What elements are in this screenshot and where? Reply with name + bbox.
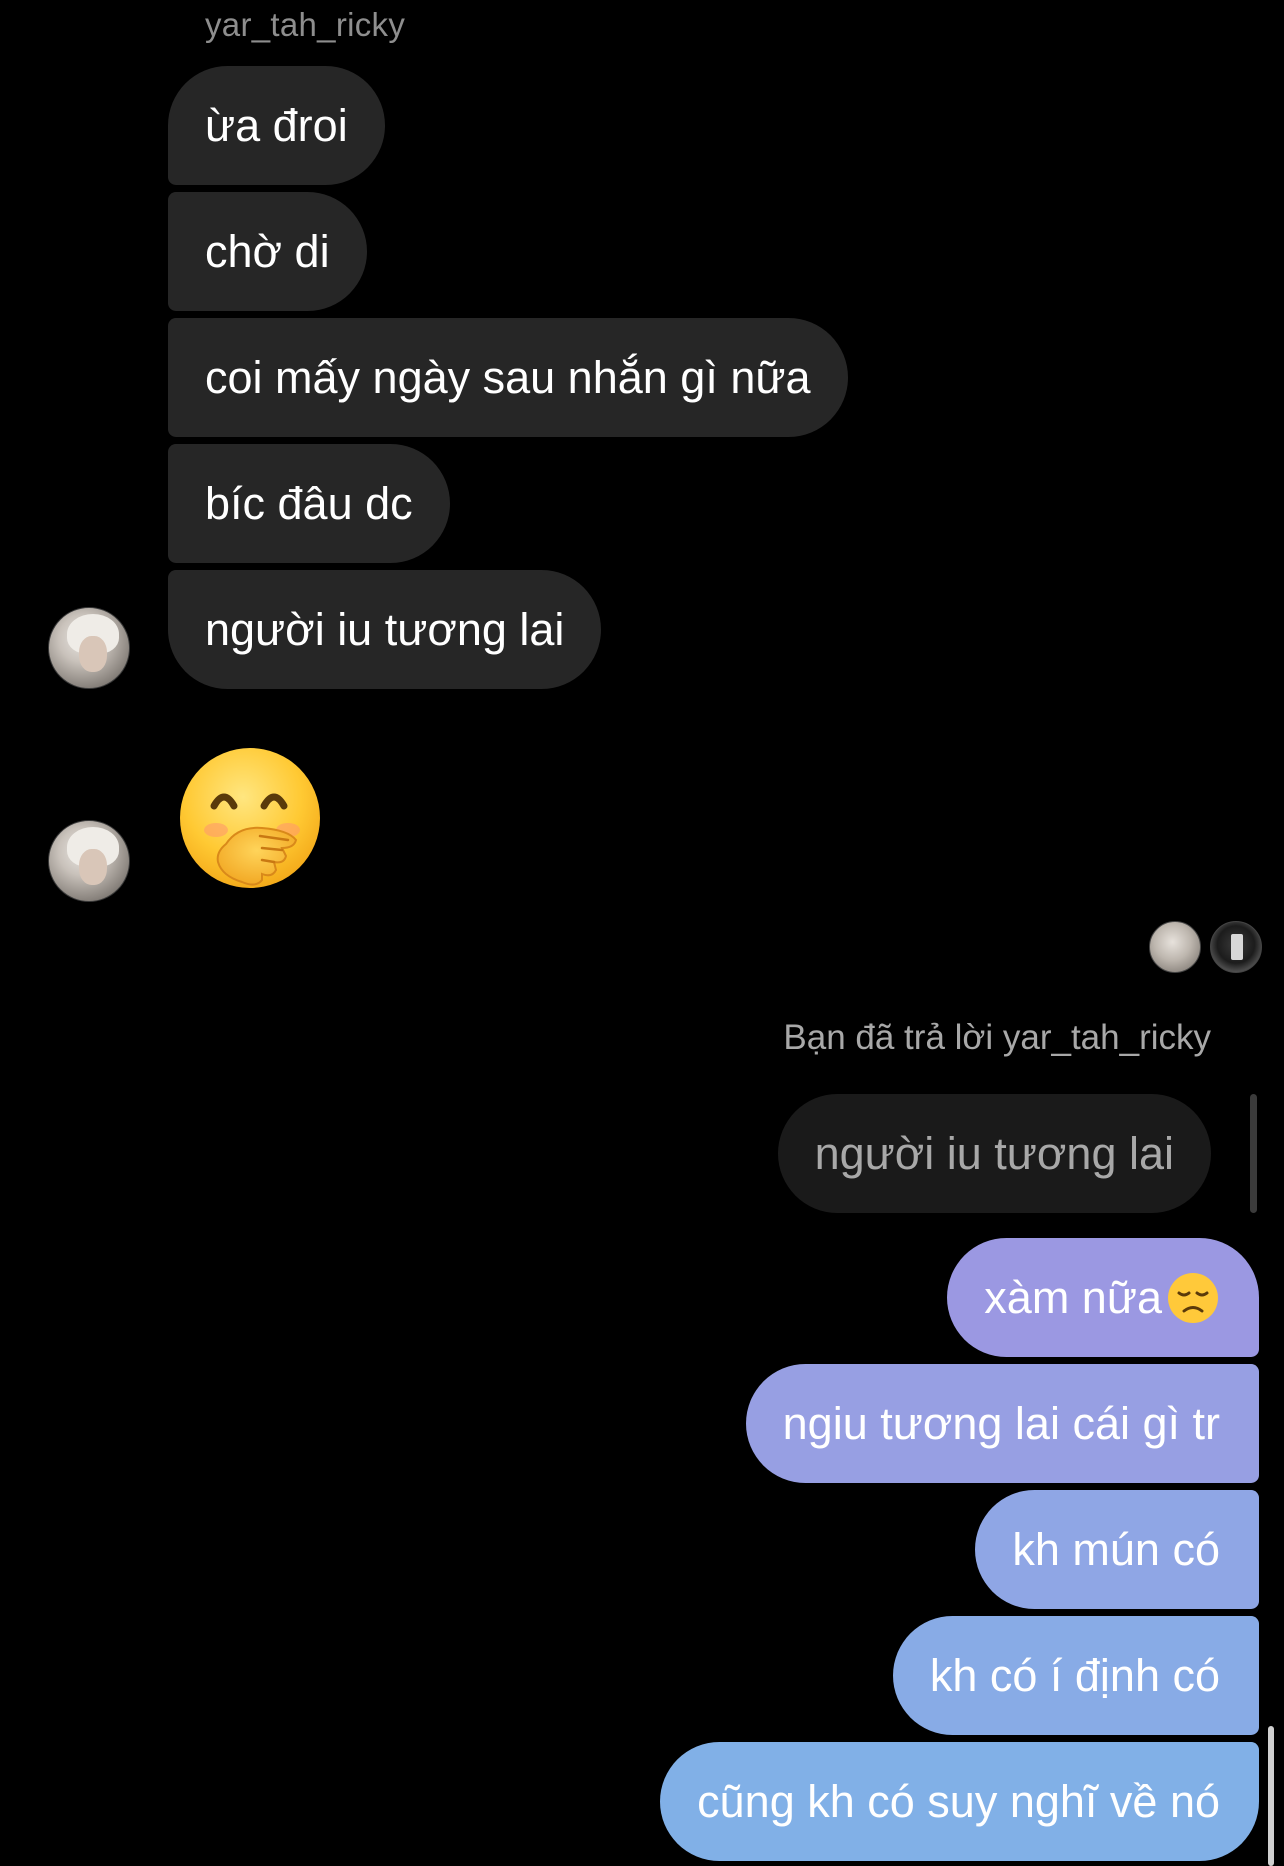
outgoing-message-text: xàm nữa <box>984 1272 1162 1323</box>
scrollbar[interactable] <box>1268 1726 1274 1866</box>
outgoing-message[interactable]: xàm nữa <box>947 1238 1259 1357</box>
quoted-message[interactable]: người iu tương lai <box>777 1094 1211 1213</box>
read-receipt-avatar[interactable] <box>1149 921 1201 973</box>
hand-over-mouth-emoji[interactable] <box>178 748 326 896</box>
disappointed-face-emoji <box>1168 1272 1218 1323</box>
outgoing-message[interactable]: cũng kh có suy nghĩ về nó <box>660 1742 1259 1861</box>
incoming-message[interactable]: người iu tương lai <box>168 570 602 689</box>
sender-avatar[interactable] <box>48 820 130 902</box>
sender-username[interactable]: yar_tah_ricky <box>205 6 405 44</box>
outgoing-message[interactable]: kh có í định có <box>892 1616 1259 1735</box>
incoming-message[interactable]: chờ di <box>168 192 367 311</box>
incoming-message[interactable]: bíc đâu dc <box>168 444 450 563</box>
incoming-message[interactable]: coi mấy ngày sau nhắn gì nữa <box>168 318 848 437</box>
incoming-message[interactable]: ừa đroi <box>168 66 385 185</box>
outgoing-message[interactable]: ngiu tương lai cái gì tr <box>745 1364 1259 1483</box>
reply-indicator-bar <box>1250 1094 1257 1213</box>
sender-avatar[interactable] <box>48 607 130 689</box>
read-receipt-avatar[interactable] <box>1210 921 1262 973</box>
outgoing-message[interactable]: kh mún có <box>975 1490 1259 1609</box>
avatar-face <box>79 849 107 885</box>
avatar-phone <box>1231 934 1243 960</box>
avatar-face <box>79 636 107 672</box>
reply-context-label: Bạn đã trả lời yar_tah_ricky <box>783 1018 1211 1057</box>
